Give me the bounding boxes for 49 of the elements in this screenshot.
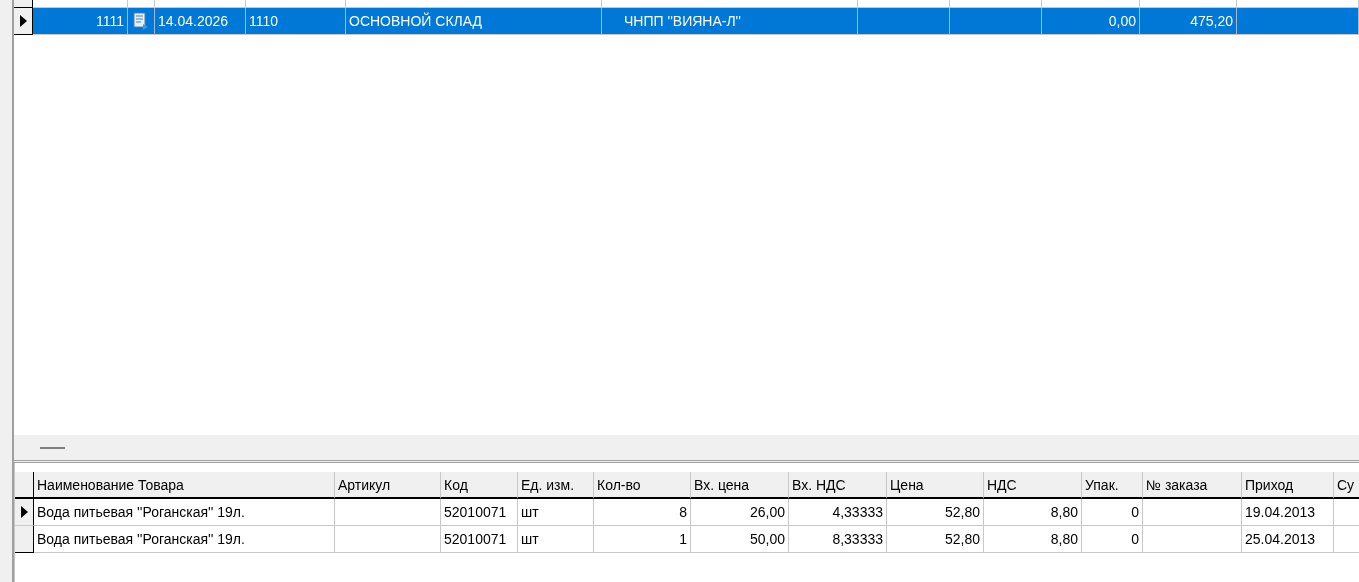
column-header[interactable]: Упак. [1082, 472, 1143, 499]
table-cell: 26,00 [691, 499, 789, 526]
grip-icon [40, 446, 65, 449]
table-cell: 52010071 [441, 499, 518, 526]
column-header[interactable]: Код [441, 472, 518, 499]
table-cell: 14.04.2026 [155, 8, 246, 35]
column-header[interactable]: Приход [1242, 472, 1334, 499]
row-indicator[interactable] [15, 526, 34, 553]
table-cell: 1 [594, 526, 691, 553]
table-cell: шт [518, 526, 594, 553]
column-header[interactable]: Вх. НДС [789, 472, 887, 499]
row-indicator[interactable] [14, 8, 33, 35]
table-cell: 8,33333 [789, 526, 887, 553]
table-cell: 1111 [33, 8, 128, 35]
table-cell: 1110 [246, 8, 346, 35]
row-indicator[interactable] [14, 0, 33, 8]
column-header[interactable]: Ед. изм. [518, 472, 594, 499]
column-header[interactable]: Кол-во [594, 472, 691, 499]
header-corner [15, 472, 34, 499]
table-cell: 8,80 [984, 526, 1082, 553]
row-pointer-icon [20, 506, 28, 518]
table-cell: 52010071 [441, 526, 518, 553]
table-cell: 4,33333 [789, 499, 887, 526]
table-cell: Вода питьевая ''Роганская'' 19л. [34, 526, 335, 553]
table-cell: 50,00 [691, 526, 789, 553]
row-pointer-icon [19, 15, 27, 27]
table-cell: ЧНПП ''ВИЯНА-Л'' [602, 8, 858, 35]
table-cell: 8,80 [984, 499, 1082, 526]
table-cell: шт [518, 499, 594, 526]
document-icon [132, 12, 150, 30]
table-cell: 8 [594, 499, 691, 526]
column-header[interactable]: Цена [887, 472, 984, 499]
table-cell: 52,80 [887, 499, 984, 526]
column-header[interactable]: Су [1334, 472, 1359, 499]
row-indicator[interactable] [15, 499, 34, 526]
column-header[interactable]: Вх. цена [691, 472, 789, 499]
column-header[interactable]: Артикул [335, 472, 441, 499]
table-cell: 25.04.2013 [1242, 526, 1334, 553]
table-cell: Вода питьевая ''Роганская'' 19л. [34, 499, 335, 526]
table-cell: 52,80 [887, 526, 984, 553]
column-header[interactable]: Наименование Товара [34, 472, 335, 499]
table-cell: 19.04.2013 [1242, 499, 1334, 526]
column-header[interactable]: НДС [984, 472, 1082, 499]
table-cell: ОСНОВНОЙ СКЛАД [346, 8, 602, 35]
column-header[interactable]: № заказа [1143, 472, 1242, 499]
table-cell: 0 [1082, 526, 1143, 553]
table-cell: 475,20 [1140, 8, 1237, 35]
table-cell: 0,00 [1042, 8, 1140, 35]
table-cell: 0 [1082, 499, 1143, 526]
